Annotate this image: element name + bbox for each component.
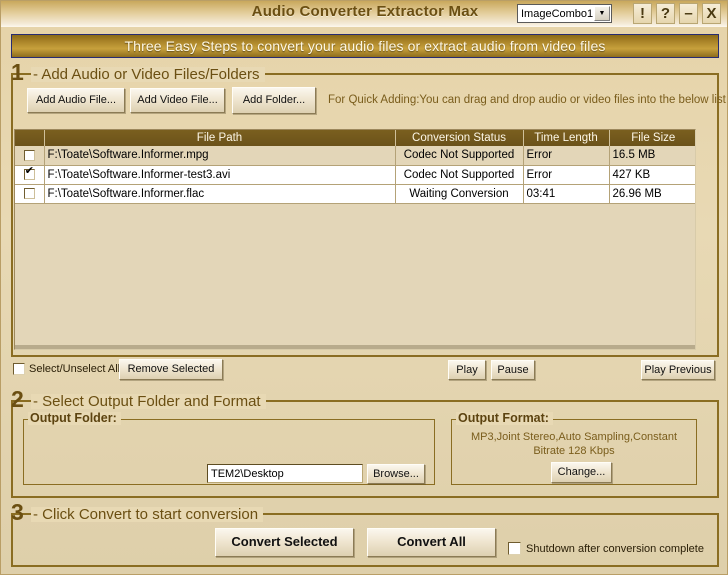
- image-combo-dropdown[interactable]: ImageCombo1 ▼: [517, 4, 612, 23]
- play-button[interactable]: Play: [448, 360, 486, 380]
- application-window: Audio Converter Extractor Max ImageCombo…: [0, 0, 728, 575]
- table-row[interactable]: F:\Toate\Software.Informer.flac Waiting …: [15, 184, 695, 204]
- steps-banner-text: Three Easy Steps to convert your audio f…: [124, 38, 606, 54]
- output-format-title: Output Format:: [456, 412, 553, 425]
- row-checkbox[interactable]: [23, 149, 35, 161]
- pause-button[interactable]: Pause: [491, 360, 535, 380]
- file-list[interactable]: File Path Conversion Status Time Length …: [14, 129, 696, 350]
- add-folder-button[interactable]: Add Folder...: [232, 87, 316, 114]
- convert-all-button[interactable]: Convert All: [367, 528, 496, 557]
- select-all-checkbox[interactable]: [13, 363, 25, 375]
- step3-number: 3: [11, 499, 24, 525]
- convert-selected-button[interactable]: Convert Selected: [215, 528, 354, 557]
- output-format-description: MP3,Joint Stereo,Auto Sampling,Constant …: [470, 431, 678, 457]
- remove-selected-button[interactable]: Remove Selected: [119, 359, 223, 380]
- title-bar: Audio Converter Extractor Max ImageCombo…: [1, 1, 727, 27]
- step3-title: - Click Convert to start conversion: [31, 507, 264, 522]
- image-combo-value: ImageCombo1: [521, 7, 594, 20]
- row-checkbox[interactable]: [23, 187, 35, 199]
- row-checkbox[interactable]: [23, 166, 35, 180]
- add-video-file-button[interactable]: Add Video File...: [130, 88, 225, 113]
- cell-file-path: F:\Toate\Software.Informer-test3.avi: [44, 165, 396, 185]
- file-table: File Path Conversion Status Time Length …: [15, 130, 695, 204]
- cell-conversion-status: Codec Not Supported: [395, 146, 524, 166]
- window-title: Audio Converter Extractor Max: [251, 3, 479, 20]
- column-header-time-length[interactable]: Time Length: [523, 130, 610, 146]
- select-unselect-all-control[interactable]: Select/Unselect All: [13, 363, 120, 375]
- cell-time-length: 03:41: [523, 184, 610, 204]
- browse-button[interactable]: Browse...: [367, 464, 425, 484]
- cell-file-size: 26.96 MB: [609, 184, 695, 204]
- steps-banner: Three Easy Steps to convert your audio f…: [11, 34, 719, 58]
- step1-number: 1: [11, 59, 24, 85]
- table-row[interactable]: F:\Toate\Software.Informer.mpg Codec Not…: [15, 146, 695, 166]
- add-audio-file-button[interactable]: Add Audio File...: [27, 88, 125, 113]
- table-header-row: File Path Conversion Status Time Length …: [15, 130, 695, 146]
- cell-time-length: Error: [523, 165, 610, 185]
- cell-conversion-status: Waiting Conversion: [395, 184, 524, 204]
- change-format-button[interactable]: Change...: [551, 462, 612, 483]
- shutdown-after-conversion-control[interactable]: Shutdown after conversion complete: [508, 542, 704, 555]
- cell-file-path: F:\Toate\Software.Informer.flac: [44, 184, 396, 204]
- cell-file-size: 427 KB: [609, 165, 695, 185]
- select-all-label: Select/Unselect All: [29, 363, 121, 375]
- step2-number: 2: [11, 386, 24, 412]
- column-header-conversion-status[interactable]: Conversion Status: [395, 130, 524, 146]
- row-checkbox-cell[interactable]: [15, 146, 45, 166]
- row-checkbox-cell[interactable]: [15, 184, 45, 204]
- output-folder-title: Output Folder:: [28, 412, 121, 425]
- column-header-file-size[interactable]: File Size: [609, 130, 695, 146]
- table-row[interactable]: F:\Toate\Software.Informer-test3.avi Cod…: [15, 165, 695, 185]
- quick-adding-hint: For Quick Adding:You can drag and drop a…: [328, 94, 726, 106]
- minimize-button[interactable]: –: [679, 3, 698, 24]
- cell-conversion-status: Codec Not Supported: [395, 165, 524, 185]
- close-button[interactable]: X: [702, 3, 721, 24]
- shutdown-checkbox[interactable]: [508, 542, 521, 555]
- cell-file-size: 16.5 MB: [609, 146, 695, 166]
- about-button[interactable]: !: [633, 3, 652, 24]
- shutdown-label: Shutdown after conversion complete: [526, 542, 704, 555]
- list-bottom-edge: [15, 345, 695, 349]
- cell-file-path: F:\Toate\Software.Informer.mpg: [44, 146, 396, 166]
- output-folder-input[interactable]: TEM2\Desktop: [207, 464, 363, 483]
- play-previous-button[interactable]: Play Previous: [641, 360, 715, 380]
- row-checkbox-cell[interactable]: [15, 165, 45, 185]
- step2-title: - Select Output Folder and Format: [31, 394, 266, 409]
- help-button[interactable]: ?: [656, 3, 675, 24]
- column-header-file-path[interactable]: File Path: [44, 130, 396, 146]
- column-header-check[interactable]: [15, 130, 45, 146]
- step1-title: - Add Audio or Video Files/Folders: [31, 67, 265, 82]
- chevron-down-icon[interactable]: ▼: [594, 6, 610, 21]
- cell-time-length: Error: [523, 146, 610, 166]
